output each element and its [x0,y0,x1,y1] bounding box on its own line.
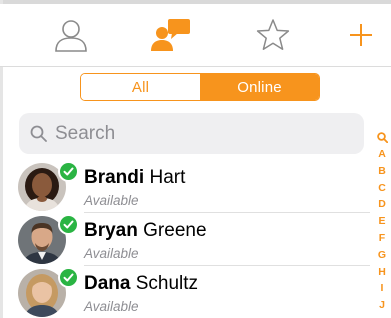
contact-first-name: Dana [84,273,131,294]
star-icon [256,19,290,50]
search-input[interactable] [55,122,345,145]
contact-status: Available [84,246,139,261]
contact-row[interactable]: Brandi Hart Available [0,161,370,213]
row-divider [84,265,370,266]
plus-icon [350,24,372,46]
contact-status: Available [84,299,139,314]
alphabet-index[interactable]: A B C D E F G H I J [373,128,391,314]
chat-bubbles-icon [151,19,190,51]
contact-name: Dana Schultz [84,273,198,295]
index-search-icon[interactable] [376,128,388,146]
contact-last-name: Greene [143,220,207,241]
index-letter[interactable]: B [373,163,391,180]
contact-row[interactable]: Bryan Greene Available [0,214,370,266]
online-status-icon [58,161,79,182]
index-letter[interactable]: E [373,213,391,230]
index-letter[interactable]: G [373,247,391,264]
index-letter[interactable]: H [373,264,391,281]
index-letter[interactable]: I [373,280,391,297]
contact-name: Brandi Hart [84,167,185,189]
contact-name: Bryan Greene [84,220,207,242]
filter-segmented-control: All Online [80,73,320,101]
contact-first-name: Brandi [84,167,145,188]
online-status-icon [58,267,79,288]
tab-contacts[interactable] [36,4,106,66]
index-letter[interactable]: C [373,180,391,197]
index-letter[interactable]: J [373,297,391,314]
row-divider [84,212,370,213]
index-letter[interactable]: A [373,146,391,163]
search-icon [29,125,47,143]
person-icon [55,20,87,52]
contact-first-name: Bryan [84,220,138,241]
tab-bar [0,4,391,67]
contact-row[interactable]: Dana Schultz Available [0,267,370,318]
contact-last-name: Schultz [135,273,199,294]
contact-last-name: Hart [149,167,186,188]
index-letter[interactable]: F [373,230,391,247]
tab-chats[interactable] [136,4,206,66]
segment-online[interactable]: Online [200,74,319,100]
contact-status: Available [84,193,139,208]
tab-favorites[interactable] [238,4,308,66]
index-letter[interactable]: D [373,196,391,213]
search-bar[interactable] [19,113,364,154]
add-button[interactable] [326,4,391,66]
contacts-screen: All Online A B C D E F G H I J [0,0,391,318]
segment-all[interactable]: All [81,74,200,100]
online-status-icon [58,214,79,235]
